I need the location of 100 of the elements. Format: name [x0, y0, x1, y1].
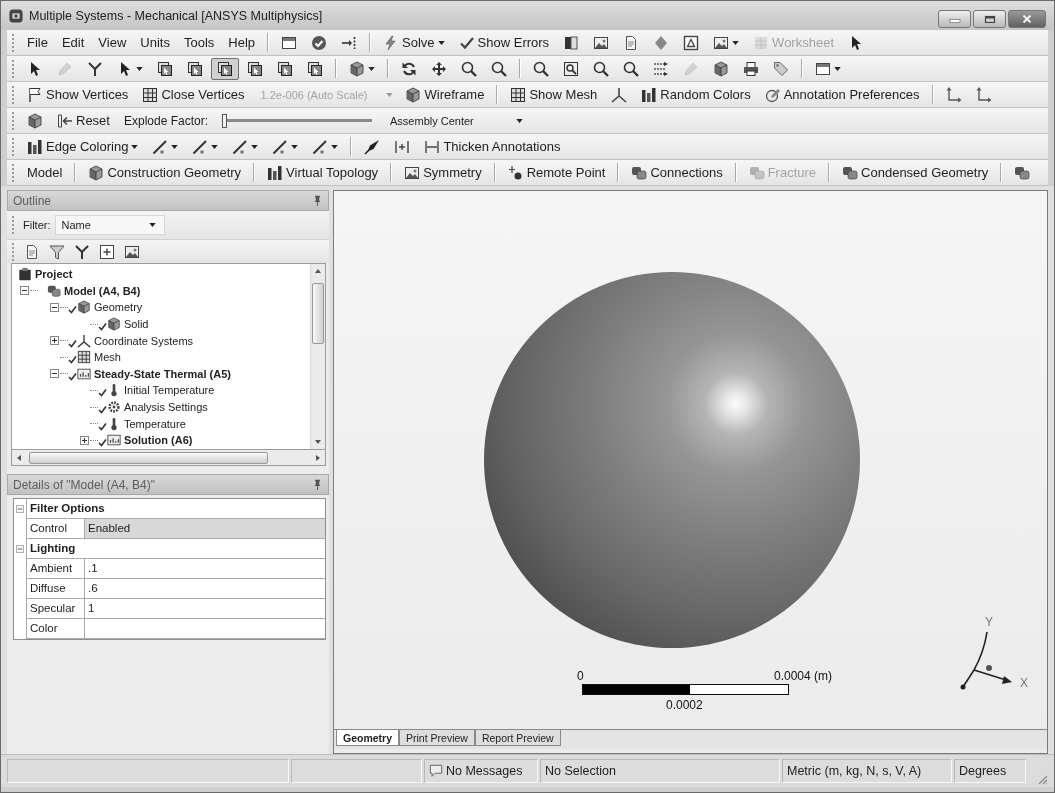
speech-bubble-icon [429, 764, 443, 778]
window-icon [815, 60, 831, 77]
group-header[interactable]: Lighting [26, 539, 325, 559]
axis-label: Y [985, 615, 993, 629]
toolbar-button[interactable]: Show Vertices [21, 83, 135, 106]
pin-icon[interactable] [312, 195, 323, 206]
scale-label: 0.0004 (m) [774, 669, 833, 683]
tree-item[interactable]: Initial Temperature [124, 384, 215, 397]
stacked-blocks-icon [748, 164, 765, 181]
clipboard-icon [18, 267, 32, 282]
toolbar-button[interactable]: Wireframe [399, 83, 491, 106]
menu-item[interactable]: Tools [177, 31, 221, 54]
property-value[interactable]: Enabled [84, 519, 325, 539]
tree-item[interactable]: Steady-State Thermal (A5) [94, 367, 231, 380]
toolbar-button[interactable]: Reset [51, 109, 116, 132]
flag-icon [27, 86, 43, 103]
tree-item[interactable]: Solid [124, 318, 149, 331]
toolbar-button[interactable]: Annotation Preferences [758, 83, 926, 106]
toolbar-button[interactable]: Remote Point [501, 161, 612, 184]
select-box-icon [187, 60, 203, 77]
tree-item[interactable]: Geometry [94, 301, 143, 314]
toolbar-button[interactable]: Edge Coloring [21, 135, 145, 158]
collapse-icon[interactable] [20, 286, 29, 296]
slider-thumb[interactable] [222, 113, 227, 128]
zoom-icon [491, 60, 507, 77]
caret-icon [368, 66, 375, 71]
scroll-down-icon[interactable] [314, 438, 322, 446]
tree-item[interactable]: Solution (A6) [124, 434, 193, 447]
toolbar-button[interactable]: Thicken Annotations [418, 135, 567, 158]
cube-icon [27, 112, 43, 129]
messages-status[interactable]: No Messages [424, 759, 538, 783]
dropdown[interactable]: Assembly Center [382, 110, 527, 131]
menu-item[interactable]: Edit [55, 31, 91, 54]
tree-item[interactable]: Coordinate Systems [94, 334, 194, 347]
property-name: Ambient [26, 559, 84, 579]
toolbar-button[interactable]: Symmetry [398, 161, 488, 184]
zoom-icon [461, 60, 477, 77]
tree-item[interactable]: Model (A4, B4) [64, 284, 141, 297]
toolbar-button[interactable]: Construction Geometry [82, 161, 248, 184]
tree-item[interactable]: Project [35, 268, 73, 281]
resize-grip-icon[interactable] [1036, 773, 1048, 785]
gear-icon [107, 400, 121, 415]
grid-icon [77, 350, 91, 365]
printer-icon [743, 60, 759, 77]
toolbar-button[interactable] [211, 57, 239, 80]
expand-icon[interactable] [80, 435, 89, 445]
scroll-right-icon[interactable] [314, 453, 322, 462]
tree-item[interactable]: Analysis Settings [124, 401, 208, 414]
cube-icon [77, 300, 91, 315]
caret-icon [834, 66, 841, 71]
scroll-left-icon[interactable] [15, 453, 23, 462]
menu-item[interactable]: Units [134, 31, 176, 54]
collapse-icon[interactable] [50, 303, 59, 312]
menu-item[interactable]: Help [222, 31, 262, 54]
collapse-icon[interactable] [50, 369, 59, 379]
panel-title: Outline [13, 193, 52, 208]
pen-icon [57, 60, 73, 77]
arrows-icon [653, 60, 669, 77]
caret-icon [131, 144, 139, 149]
toolbar-button[interactable]: Condensed Geometry [836, 161, 995, 184]
stacked-blocks-icon [842, 164, 859, 181]
tree-item[interactable]: Mesh [94, 351, 121, 364]
view-tab[interactable]: Print Preview [399, 730, 475, 746]
toolbar-button[interactable]: Connections [625, 161, 729, 184]
close-button[interactable] [1008, 10, 1046, 28]
tree-item[interactable]: Temperature [124, 417, 186, 430]
caret-icon [251, 144, 259, 149]
toolbar-button[interactable]: Random Colors [635, 83, 757, 106]
toolbar-button[interactable]: Virtual Topology [261, 161, 385, 184]
scrollbar-thumb[interactable] [28, 451, 269, 464]
view-tab[interactable]: Geometry [336, 730, 400, 746]
bracket-plus-icon [394, 138, 411, 155]
property-value[interactable]: .1 [84, 559, 325, 579]
filter-dropdown[interactable]: Name [54, 215, 165, 235]
scrollbar-thumb[interactable] [312, 283, 324, 344]
book-icon [563, 34, 580, 51]
expand-icon[interactable] [50, 336, 59, 346]
caret-icon [732, 40, 740, 45]
axis-triad[interactable] [960, 631, 1012, 690]
toolbar-button[interactable]: Solve [377, 31, 451, 54]
menu-item[interactable]: View [92, 31, 133, 54]
view-tab[interactable]: Report Preview [474, 730, 561, 746]
axes-icon [77, 333, 91, 348]
property-value[interactable]: .6 [84, 579, 325, 599]
restore-button[interactable] [973, 10, 1006, 28]
caret-icon [331, 144, 339, 149]
toolbar-button[interactable]: Show Errors [452, 31, 556, 54]
scroll-up-icon[interactable] [314, 267, 322, 275]
property-value[interactable]: 1 [84, 599, 325, 619]
minimize-button[interactable] [938, 10, 971, 28]
menu-item[interactable]: File [21, 31, 54, 54]
toolbar-button[interactable]: Show Mesh [504, 83, 604, 106]
toolbar-button[interactable]: Close Vertices [136, 83, 251, 106]
select-box-icon [277, 60, 293, 77]
toolbar-button[interactable]: Model [21, 161, 69, 184]
pin-icon[interactable] [312, 479, 323, 490]
rotate-icon [401, 60, 417, 77]
picture-icon [124, 243, 140, 260]
filter-label: Filter: [23, 219, 51, 231]
status-text: Metric (m, kg, N, s, V, A) [782, 759, 952, 783]
